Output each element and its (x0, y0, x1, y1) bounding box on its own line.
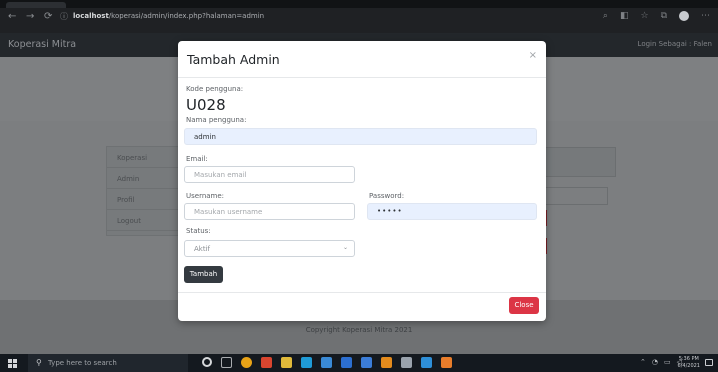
network-icon[interactable]: ◔ (652, 358, 658, 366)
email-input[interactable]: Masukan email (184, 166, 355, 183)
modal-header: Tambah Admin × (178, 41, 546, 78)
close-icon[interactable]: × (529, 50, 537, 61)
code-label: Kode pengguna: (186, 85, 244, 93)
system-tray: ⌃ ◔ ▭ ◁ (640, 358, 682, 366)
name-label: Nama pengguna: (186, 116, 247, 124)
code-value: U028 (186, 96, 226, 114)
sidebar-item-koperasi[interactable]: Koperasi (107, 147, 181, 168)
edge-icon[interactable] (301, 357, 312, 368)
back-icon[interactable]: ← (8, 12, 16, 22)
search-icon: ⚲ (36, 358, 42, 367)
cortana-icon[interactable] (202, 357, 212, 367)
clock-date: 6/4/2021 (677, 363, 700, 369)
browser-toolbar: ← → ⟳ ⓘ localhost/koperasi/admin/index.p… (0, 0, 718, 33)
taskbar-clock[interactable]: 5:36 PM 6/4/2021 (678, 356, 700, 370)
taskbar-search[interactable]: ⚲ Type here to search (28, 354, 188, 372)
modal-footer-divider (178, 292, 546, 293)
close-button[interactable]: Close (509, 297, 539, 314)
sidebar-menu: Koperasi Admin Profil Logout (106, 146, 182, 236)
file-explorer-icon[interactable] (281, 357, 292, 368)
xampp-icon[interactable] (441, 357, 452, 368)
task-view-icon[interactable] (221, 357, 232, 368)
address-bar[interactable]: localhost/koperasi/admin/index.php?halam… (73, 12, 264, 20)
chevron-down-icon: ⌄ (342, 244, 348, 251)
browser-tab[interactable] (6, 2, 66, 8)
favorites-icon[interactable]: ☆ (640, 11, 648, 21)
modal-title: Tambah Admin (187, 52, 280, 67)
login-status: Login Sebagai : Falen (637, 40, 712, 48)
status-label: Status: (186, 227, 211, 235)
sublime-icon[interactable] (381, 357, 392, 368)
collections-icon[interactable]: ⧉ (661, 11, 667, 21)
forward-icon[interactable]: → (26, 12, 34, 22)
office-icon[interactable] (261, 357, 272, 368)
username-label: Username: (186, 192, 225, 200)
more-icon[interactable]: ⋯ (701, 11, 710, 21)
email-label: Email: (186, 155, 208, 163)
taskbar-apps (202, 357, 452, 368)
photos-icon[interactable] (361, 357, 372, 368)
password-input[interactable]: ••••• (367, 203, 537, 220)
url-path: /koperasi/admin/index.php?halaman=admin (108, 12, 265, 20)
clock-time: 5:36 PM (678, 356, 699, 362)
mail-icon[interactable] (321, 357, 332, 368)
notification-icon[interactable] (705, 359, 713, 366)
sidebar-item-logout[interactable]: Logout (107, 210, 181, 231)
add-admin-button[interactable]: Tambah (184, 266, 223, 283)
sidebar-item-profil[interactable]: Profil (107, 189, 181, 210)
windows-start-icon[interactable] (8, 359, 17, 368)
info-icon[interactable]: ⓘ (60, 12, 68, 22)
status-select[interactable]: Aktif ⌄ (184, 240, 355, 257)
password-label: Password: (369, 192, 405, 200)
tab-strip (0, 0, 718, 8)
extensions-icon[interactable]: ◧ (620, 11, 629, 21)
taskbar: ⚲ Type here to search ⌃ ◔ ▭ ◁ 5:36 PM 6/… (0, 354, 718, 372)
status-selected-value: Aktif (194, 245, 210, 253)
notepad-icon[interactable] (401, 357, 412, 368)
content-card-header (536, 147, 616, 177)
read-aloud-icon[interactable]: ⌕ (603, 11, 608, 21)
store-icon[interactable] (421, 357, 432, 368)
name-input[interactable]: admin (184, 128, 537, 145)
chevron-up-icon[interactable]: ⌃ (640, 358, 646, 366)
brand-title[interactable]: Koperasi Mitra (8, 39, 76, 50)
content-table-row (536, 187, 608, 205)
search-placeholder: Type here to search (48, 359, 117, 367)
chrome-icon[interactable] (241, 357, 252, 368)
browser-actions: ⌕ ◧ ☆ ⧉ ⋯ (603, 11, 710, 21)
add-admin-modal: Tambah Admin × Kode pengguna: U028 Nama … (178, 41, 546, 321)
username-input[interactable]: Masukan username (184, 203, 355, 220)
copyright-text: Copyright Koperasi Mitra 2021 (305, 326, 413, 334)
sidebar-item-admin[interactable]: Admin (107, 168, 181, 189)
reload-icon[interactable]: ⟳ (44, 12, 52, 22)
url-host: localhost (73, 12, 109, 20)
vscode-icon[interactable] (341, 357, 352, 368)
battery-icon[interactable]: ▭ (664, 358, 671, 366)
profile-avatar[interactable] (679, 11, 689, 21)
